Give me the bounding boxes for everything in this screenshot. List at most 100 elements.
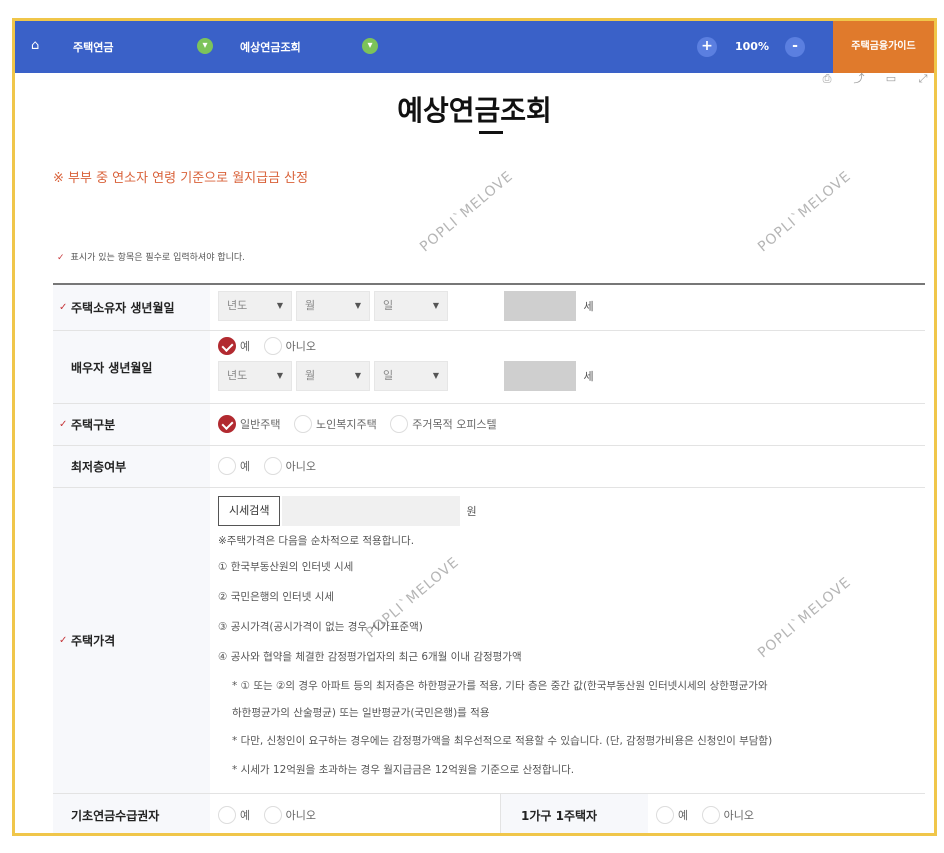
single-house-label: 1가구 1주택자 xyxy=(500,794,648,833)
basic-pension-yes-radio[interactable]: 예 xyxy=(218,806,250,824)
notice-text: ※ 부부 중 연소자 연령 기준으로 월지급금 산정 xyxy=(53,171,309,186)
single-house-no-radio[interactable]: 아니오 xyxy=(701,806,754,824)
price-rule-1: ① 한국부동산원의 인터넷 시세 xyxy=(218,561,354,573)
radio-label: 일반주택 xyxy=(240,418,281,431)
required-check-icon: ✓ xyxy=(59,635,68,646)
select-value: 년도 xyxy=(227,369,248,382)
required-check-icon: ✓ xyxy=(59,302,68,313)
required-note: ✓ 표시가 있는 항목은 필수로 입력하셔야 합니다. xyxy=(57,250,245,263)
owner-birth-day-select[interactable]: 일 ▼ xyxy=(374,291,448,321)
spouse-no-radio[interactable]: 아니오 xyxy=(263,337,316,355)
owner-birth-year-select[interactable]: 년도 ▼ xyxy=(218,291,292,321)
caret-down-icon: ▼ xyxy=(276,301,283,310)
age-unit: 세 xyxy=(583,300,594,313)
spouse-birth-selects: 년도 ▼ 월 ▼ 일 ▼ 세 xyxy=(218,361,917,391)
breadcrumb-housing-pension[interactable]: 주택연금 xyxy=(73,39,113,55)
owner-age-field xyxy=(503,291,576,321)
select-value: 일 xyxy=(383,369,394,382)
row-house-type: ✓ 주택구분 일반주택 노인복지주택 주거목적 오피스텔 xyxy=(53,404,925,446)
row-lowest-floor: 최저층여부 예 아니오 xyxy=(53,446,925,488)
lowest-floor-yes-radio[interactable]: 예 xyxy=(218,457,250,475)
single-house-yes-radio[interactable]: 예 xyxy=(656,806,688,824)
price-rule-4: ④ 공사와 협약을 체결한 감정평가업자의 최근 6개월 이내 감정평가액 xyxy=(218,651,522,663)
basic-pension-no-radio[interactable]: 아니오 xyxy=(263,806,316,824)
basic-pension-cell: 예 아니오 xyxy=(210,794,500,833)
housing-finance-guide-button[interactable]: 주택금융가이드 xyxy=(833,21,934,73)
spouse-birth-cell: 예 아니오 년도 ▼ 월 ▼ 일 ▼ 세 xyxy=(210,331,925,403)
required-check-icon: ✓ xyxy=(59,419,68,430)
caret-down-icon: ▼ xyxy=(276,371,283,380)
owner-birth-month-select[interactable]: 월 ▼ xyxy=(296,291,370,321)
select-value: 월 xyxy=(305,299,316,312)
print-icon[interactable]: ⎙ xyxy=(820,73,834,85)
lowest-floor-no-radio[interactable]: 아니오 xyxy=(263,457,316,475)
radio-unchecked-icon xyxy=(263,457,282,475)
caret-down-icon: ▼ xyxy=(354,301,361,310)
required-check-icon: ✓ xyxy=(57,253,65,263)
radio-label: 주거목적 오피스텔 xyxy=(412,418,497,431)
row-basic-pension: 기초연금수급권자 예 아니오 1가구 1주택자 예 아니오 xyxy=(53,794,925,833)
price-subnote-3: * 다만, 신청인이 요구하는 경우에는 감정평가액을 최우선적으로 적용할 수… xyxy=(232,735,773,747)
select-value: 월 xyxy=(305,369,316,382)
owner-birth-cell: 년도 ▼ 월 ▼ 일 ▼ 세 xyxy=(210,285,925,330)
watermark-text: POPLI`MELOVE xyxy=(755,168,855,256)
pension-form: ✓ 주택소유자 생년월일 년도 ▼ 월 ▼ 일 ▼ 세 배우자 생년월일 예 아니오 년도 ▼… xyxy=(53,283,925,833)
page-frame: ⌂ 주택연금 ▾ 예상연금조회 ▾ + 100% - 주택금융가이드 ⎙ ⤴ ▭… xyxy=(12,18,937,836)
house-type-label: ✓ 주택구분 xyxy=(53,404,210,445)
expand-icon[interactable]: ⤢ xyxy=(916,73,930,85)
spouse-radio-group: 예 아니오 xyxy=(218,337,917,361)
single-house-cell: 예 아니오 xyxy=(648,794,925,833)
select-value: 일 xyxy=(383,299,394,312)
house-price-cell: 시세검색 원 ※주택가격은 다음을 순차적으로 적용합니다. ① 한국부동산원의 … xyxy=(210,488,925,793)
radio-unchecked-icon xyxy=(218,457,236,475)
house-price-input-row: 시세검색 원 xyxy=(218,496,917,530)
select-value: 년도 xyxy=(227,299,248,312)
radio-unchecked-icon xyxy=(390,415,409,433)
home-icon[interactable]: ⌂ xyxy=(31,39,45,53)
radio-label: 아니오 xyxy=(723,809,754,822)
bookmark-icon[interactable]: ▭ xyxy=(884,73,898,85)
radio-unchecked-icon xyxy=(218,806,236,824)
owner-birth-label-text: 주택소유자 생년월일 xyxy=(71,301,175,315)
price-subnote-4: * 시세가 12억원을 초과하는 경우 월지급금은 12억원을 기준으로 산정합… xyxy=(232,764,575,776)
chevron-down-icon[interactable]: ▾ xyxy=(197,38,213,54)
caret-down-icon: ▼ xyxy=(354,371,361,380)
house-type-label-text: 주택구분 xyxy=(71,418,116,432)
price-search-button[interactable]: 시세검색 xyxy=(218,496,281,526)
price-subnote-2: 하한평균가의 산술평균) 또는 일반평균가(국민은행)를 적용 xyxy=(232,707,490,719)
radio-label: 아니오 xyxy=(285,340,316,353)
lowest-floor-cell: 예 아니오 xyxy=(210,446,925,487)
breadcrumb-pension-lookup[interactable]: 예상연금조회 xyxy=(240,39,301,55)
spouse-birth-day-select[interactable]: 일 ▼ xyxy=(374,361,448,391)
caret-down-icon: ▼ xyxy=(432,371,439,380)
price-note: ※주택가격은 다음을 순차적으로 적용합니다. xyxy=(218,535,415,547)
house-type-general-radio[interactable]: 일반주택 xyxy=(218,415,280,433)
lowest-floor-label: 최저층여부 xyxy=(53,446,210,487)
radio-checked-icon xyxy=(218,415,236,433)
spouse-birth-month-select[interactable]: 월 ▼ xyxy=(296,361,370,391)
caret-down-icon: ▼ xyxy=(432,301,439,310)
chevron-down-icon[interactable]: ▾ xyxy=(362,38,378,54)
zoom-in-button[interactable]: + xyxy=(697,37,717,57)
share-icon[interactable]: ⤴ xyxy=(852,73,866,85)
watermark-text: POPLI`MELOVE xyxy=(417,168,517,256)
spouse-yes-radio[interactable]: 예 xyxy=(218,337,250,355)
spouse-birth-year-select[interactable]: 년도 ▼ xyxy=(218,361,292,391)
zoom-out-button[interactable]: - xyxy=(785,37,805,57)
spouse-age-field xyxy=(503,361,576,391)
row-owner-birth: ✓ 주택소유자 생년월일 년도 ▼ 월 ▼ 일 ▼ 세 xyxy=(53,285,925,331)
basic-pension-label: 기초연금수급권자 xyxy=(53,794,210,833)
radio-unchecked-icon xyxy=(263,337,282,355)
radio-unchecked-icon xyxy=(263,806,282,824)
house-type-officetel-radio[interactable]: 주거목적 오피스텔 xyxy=(390,415,497,433)
house-type-senior-radio[interactable]: 노인복지주택 xyxy=(293,415,377,433)
top-nav-bar: ⌂ 주택연금 ▾ 예상연금조회 ▾ + 100% - 주택금융가이드 xyxy=(15,21,934,73)
spouse-birth-label: 배우자 생년월일 xyxy=(53,331,210,403)
house-price-input[interactable] xyxy=(282,496,461,526)
radio-unchecked-icon xyxy=(293,415,312,433)
radio-checked-icon xyxy=(218,337,236,355)
owner-birth-label: ✓ 주택소유자 생년월일 xyxy=(53,285,210,330)
row-house-price: ✓ 주택가격 시세검색 원 ※주택가격은 다음을 순차적으로 적용합니다. ① 한국… xyxy=(53,488,925,794)
radio-label: 예 xyxy=(240,340,251,353)
radio-label: 아니오 xyxy=(285,809,316,822)
